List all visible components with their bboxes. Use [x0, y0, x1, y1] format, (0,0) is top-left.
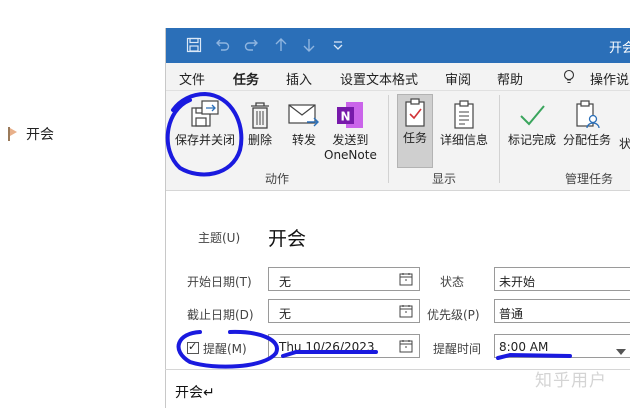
forward-mail-icon — [287, 97, 321, 133]
assign-task-label: 分配任务 — [563, 133, 612, 147]
task-clipboard-icon — [402, 95, 428, 131]
ribbon: 保存并关闭 删除 转发 N 发送到 OneNote 任务 详细信息 标记完成 分… — [166, 91, 630, 191]
watermark: 知乎用户 — [535, 371, 607, 391]
reminder-date-value: Thu 10/26/2023 — [279, 340, 375, 354]
flag-icon — [8, 127, 18, 141]
title-bar: 开会 — [166, 28, 630, 63]
onenote-icon: N — [334, 97, 366, 133]
tab-help[interactable]: 帮助 — [497, 69, 523, 88]
details-icon — [451, 97, 477, 133]
save-close-label: 保存并关闭 — [175, 133, 236, 147]
arrow-down-icon[interactable] — [302, 37, 316, 57]
save-close-icon — [188, 97, 222, 133]
status-button-label: 状 — [619, 137, 630, 151]
start-date-value: 无 — [279, 275, 292, 289]
details-label: 详细信息 — [440, 133, 489, 147]
reminder-date-field[interactable]: Thu 10/26/2023 — [268, 334, 420, 358]
due-date-field[interactable]: 无 — [268, 299, 420, 323]
start-date-label: 开始日期(T) — [187, 275, 252, 289]
tab-task[interactable]: 任务 — [233, 69, 260, 94]
priority-select[interactable]: 普通 — [494, 299, 630, 323]
window-title: 开会 — [609, 41, 630, 56]
assign-task-icon — [573, 97, 601, 133]
checkmark-icon — [517, 97, 547, 133]
reminder-time-value: 8:00 AM — [499, 340, 549, 354]
save-close-button[interactable]: 保存并关闭 — [175, 97, 235, 148]
svg-text:N: N — [341, 110, 351, 124]
background-task-item[interactable]: 开会 — [8, 124, 54, 144]
group-label-manage: 管理任务 — [565, 172, 614, 186]
trash-icon — [247, 97, 273, 133]
redo-icon[interactable] — [244, 37, 260, 57]
task-view-label: 任务 — [402, 131, 427, 145]
status-label: 状态 — [440, 275, 465, 289]
background-task-label: 开会 — [26, 127, 54, 143]
forward-button[interactable]: 转发 — [287, 97, 321, 148]
tab-insert[interactable]: 插入 — [286, 69, 312, 88]
tab-review[interactable]: 审阅 — [445, 69, 471, 88]
status-button-cut[interactable]: 状 — [619, 137, 630, 152]
reminder-checkbox[interactable] — [187, 340, 199, 354]
ribbon-tabs: 文件 任务 插入 设置文本格式 审阅 帮助 操作说 — [166, 63, 630, 94]
reminder-label[interactable]: 提醒(M) — [203, 340, 247, 357]
save-icon[interactable] — [186, 37, 202, 57]
arrow-up-icon[interactable] — [274, 37, 288, 57]
task-body-text[interactable]: 开会↵ — [175, 382, 215, 402]
priority-label: 优先级(P) — [427, 308, 480, 322]
forward-label: 转发 — [291, 133, 316, 147]
send-to-onenote-button[interactable]: N 发送到 OneNote — [324, 97, 377, 163]
start-date-field[interactable]: 无 — [268, 267, 420, 291]
calendar-icon[interactable] — [399, 304, 413, 321]
due-date-value: 无 — [279, 307, 292, 321]
lightbulb-icon — [563, 69, 575, 89]
ribbon-separator — [499, 95, 500, 183]
mark-complete-button[interactable]: 标记完成 — [508, 97, 556, 148]
group-label-actions: 动作 — [265, 172, 290, 186]
status-value: 未开始 — [499, 275, 536, 289]
assign-task-button[interactable]: 分配任务 — [563, 97, 611, 148]
send-to-label: 发送到 — [332, 133, 369, 147]
task-view-button[interactable]: 任务 — [397, 94, 433, 168]
priority-value: 普通 — [499, 307, 524, 321]
status-select[interactable]: 未开始 — [494, 267, 630, 291]
ribbon-separator — [388, 95, 389, 183]
calendar-icon[interactable] — [399, 339, 413, 356]
subject-label: 主题(U) — [198, 231, 241, 245]
tab-file[interactable]: 文件 — [179, 69, 205, 88]
tab-format-text[interactable]: 设置文本格式 — [340, 69, 418, 88]
reminder-time-select[interactable]: 8:00 AM — [494, 334, 630, 358]
onenote-label: OneNote — [324, 148, 377, 162]
group-label-show: 显示 — [432, 172, 457, 186]
mark-complete-label: 标记完成 — [508, 133, 557, 147]
delete-button[interactable]: 删除 — [247, 97, 273, 148]
customize-toolbar-icon[interactable] — [332, 37, 344, 57]
calendar-icon[interactable] — [399, 272, 413, 289]
reminder-time-label: 提醒时间 — [433, 342, 482, 356]
subject-value[interactable]: 开会 — [268, 224, 306, 251]
chevron-down-icon[interactable] — [616, 344, 626, 358]
tab-tell-me[interactable]: 操作说 — [590, 69, 629, 88]
delete-label: 删除 — [247, 133, 272, 147]
details-button[interactable]: 详细信息 — [440, 97, 488, 148]
due-date-label: 截止日期(D) — [187, 308, 254, 322]
undo-icon[interactable] — [214, 37, 230, 57]
